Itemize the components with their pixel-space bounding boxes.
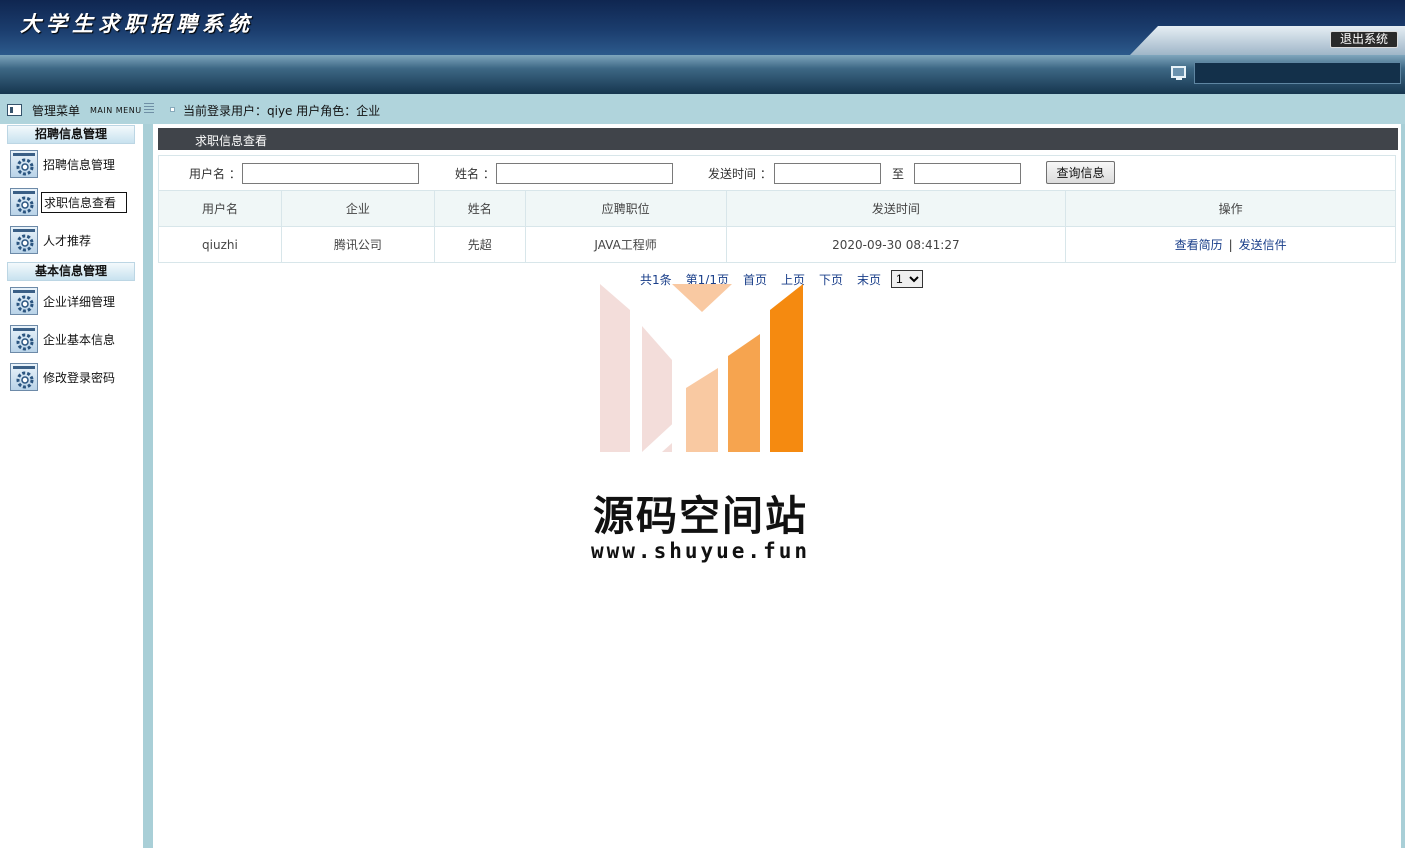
sidebar-item-label: 企业详细管理	[43, 294, 116, 309]
name-label: 姓名 ：	[455, 167, 495, 181]
send-time-label: 发送时间 ：	[708, 167, 772, 181]
column-header-username: 用户名	[158, 190, 282, 227]
send-time-to-input[interactable]	[914, 163, 1021, 184]
menu-subtitle: MAIN MENU	[90, 106, 142, 115]
sidebar-item-jobseeker-view[interactable]: 求职信息查看	[10, 187, 128, 217]
sidebar-group-recruit[interactable]: 招聘信息管理	[7, 125, 135, 144]
column-header-company: 企业	[280, 190, 435, 227]
menu-lines-icon	[144, 103, 154, 113]
column-header-send-time: 发送时间	[725, 190, 1067, 227]
username-label: 用户名 ：	[189, 167, 241, 181]
toolbar-display-box	[1194, 62, 1401, 84]
cell-name: 先超	[433, 226, 526, 263]
column-header-position: 应聘职位	[524, 190, 727, 227]
table-header-row: 用户名 企业 姓名 应聘职位 发送时间 操作	[158, 190, 1396, 227]
watermark-logo	[600, 284, 803, 452]
menu-panel-icon	[7, 104, 22, 116]
sidebar-item-company-detail[interactable]: 企业详细管理	[10, 286, 117, 316]
table-row: qiuzhi 腾讯公司 先超 JAVA工程师 2020-09-30 08:41:…	[158, 226, 1396, 263]
header-banner: 大学生求职招聘系统 退出系统	[0, 0, 1405, 55]
main-right-border	[1401, 124, 1405, 848]
gear-icon	[10, 226, 38, 254]
app-window: 大学生求职招聘系统 退出系统 管理菜单 MAIN MENU 当前登录用户：qiy…	[0, 0, 1405, 848]
sidebar-item-change-password[interactable]: 修改登录密码	[10, 362, 117, 392]
watermark-url: www.shuyue.fun	[591, 539, 811, 563]
login-user-info: 当前登录用户：qiye 用户角色：企业	[183, 104, 381, 118]
name-input[interactable]	[496, 163, 673, 184]
pager-last-link[interactable]: 末页	[857, 271, 881, 288]
send-time-from-input[interactable]	[774, 163, 881, 184]
cell-actions: 查看简历 | 发送信件	[1065, 226, 1396, 263]
gear-icon	[10, 287, 38, 315]
action-separator: |	[1228, 238, 1233, 252]
cell-company: 腾讯公司	[280, 226, 435, 263]
sidebar-item-label: 人才推荐	[43, 233, 92, 248]
cell-username: qiuzhi	[158, 226, 282, 263]
sidebar-item-label: 企业基本信息	[43, 332, 116, 347]
gear-icon	[10, 188, 38, 216]
gear-icon	[10, 150, 38, 178]
panel-title-bar	[158, 128, 1398, 150]
monitor-icon	[1171, 66, 1186, 80]
sidebar-item-label: 修改登录密码	[43, 370, 116, 385]
pager-next-link[interactable]: 下页	[819, 271, 843, 288]
toolbar	[0, 55, 1405, 94]
send-letter-link[interactable]: 发送信件	[1239, 238, 1287, 252]
query-button[interactable]: 查询信息	[1046, 161, 1115, 184]
logout-button[interactable]: 退出系统	[1330, 31, 1398, 48]
cell-send-time: 2020-09-30 08:41:27	[725, 226, 1067, 263]
username-input[interactable]	[242, 163, 419, 184]
sidebar-group-basic[interactable]: 基本信息管理	[7, 262, 135, 281]
watermark-title: 源码空间站	[593, 492, 808, 540]
app-title: 大学生求职招聘系统	[20, 11, 254, 36]
sidebar-item-company-basic[interactable]: 企业基本信息	[10, 324, 117, 354]
panel-title: 求职信息查看	[195, 134, 268, 148]
to-label: 至	[892, 167, 905, 181]
menu-title: 管理菜单	[32, 104, 81, 118]
cell-position: JAVA工程师	[524, 226, 727, 263]
view-resume-link[interactable]: 查看简历	[1175, 238, 1223, 252]
sidebar-item-label: 求职信息查看	[41, 191, 128, 213]
sidebar-item-label: 招聘信息管理	[43, 157, 116, 172]
sidebar-item-recruit-manage[interactable]: 招聘信息管理	[10, 149, 117, 179]
column-header-name: 姓名	[433, 190, 526, 227]
sidebar-item-talent-recommend[interactable]: 人才推荐	[10, 225, 93, 255]
jobseeker-table: 用户名 企业 姓名 应聘职位 发送时间 操作 qiuzhi 腾讯公司 先超 JA…	[158, 190, 1396, 263]
bullet-icon	[170, 107, 175, 112]
gear-icon	[10, 325, 38, 353]
sidebar-divider	[143, 124, 153, 848]
column-header-actions: 操作	[1065, 190, 1396, 227]
sub-bar: 管理菜单 MAIN MENU 当前登录用户：qiye 用户角色：企业	[0, 94, 1405, 124]
gear-icon	[10, 363, 38, 391]
page-select[interactable]: 1	[891, 270, 924, 288]
